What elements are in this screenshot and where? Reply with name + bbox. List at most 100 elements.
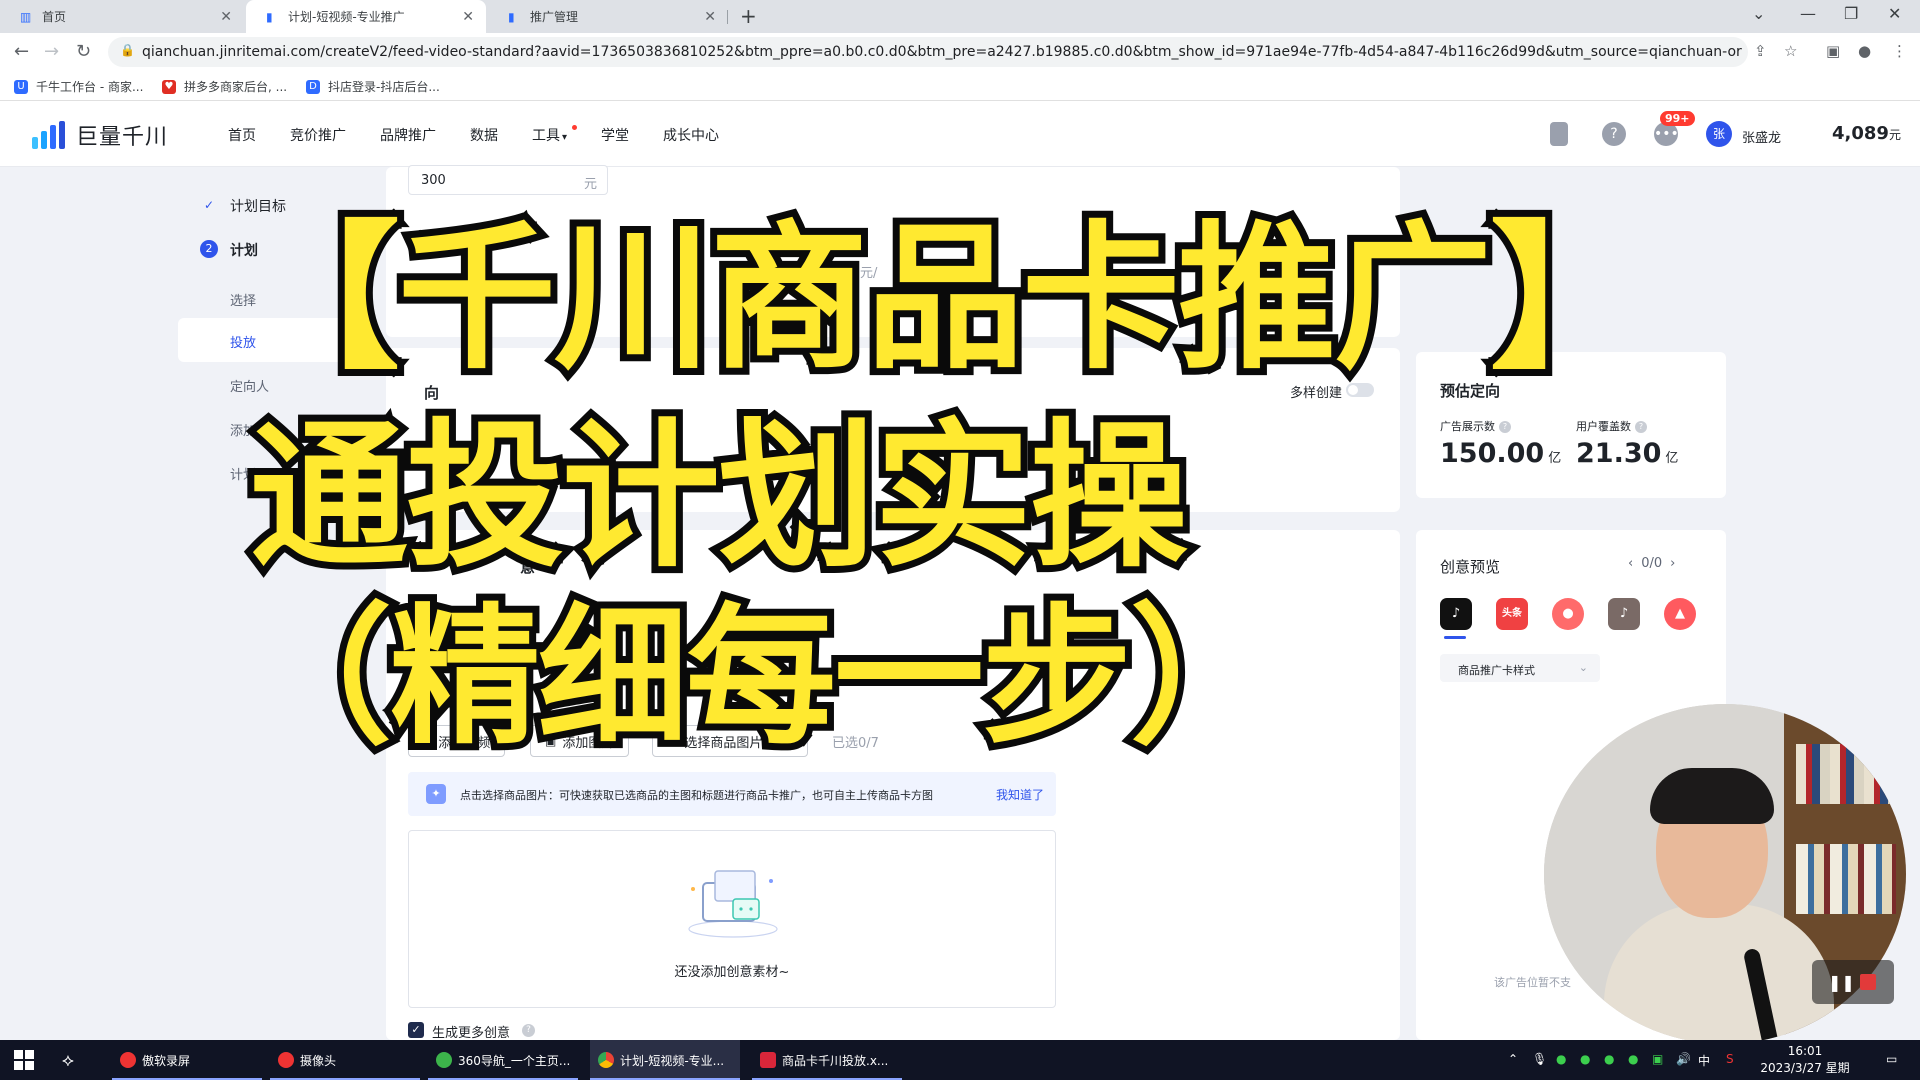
nav-growth[interactable]: 成长中心 bbox=[663, 125, 719, 145]
ime-indicator[interactable]: 中 bbox=[1698, 1052, 1710, 1069]
stop-icon[interactable] bbox=[1860, 974, 1876, 990]
taskbar-app-360[interactable]: 360导航_一个主页... bbox=[428, 1040, 578, 1080]
help-icon[interactable]: ? bbox=[522, 1024, 535, 1037]
substep-add[interactable]: 添加 bbox=[230, 420, 256, 439]
bookmark-pinduoduo[interactable]: ♥ 拼多多商家后台, ... bbox=[162, 78, 287, 95]
wechat-icon[interactable]: ● bbox=[1556, 1052, 1566, 1066]
douyin-lite-icon[interactable]: ♪ bbox=[1608, 598, 1640, 630]
avatar[interactable]: 张 bbox=[1706, 121, 1732, 147]
impressions-label: 广告展示数? bbox=[1440, 418, 1511, 434]
new-tab-button[interactable]: + bbox=[740, 4, 757, 28]
bookmark-doudian[interactable]: D 抖店登录-抖店后台... bbox=[306, 78, 440, 95]
add-image-button[interactable]: ▣ 添加图片 bbox=[530, 725, 630, 757]
nav-tools[interactable]: 工具 ▾ bbox=[532, 125, 578, 145]
bookmark-star-icon[interactable]: ☆ bbox=[1784, 42, 1797, 60]
close-icon[interactable]: ✕ bbox=[220, 9, 232, 25]
browser-tab-strip: ▥ 首页 ✕ ▮ 计划-短视频-专业推广 ✕ ▮ 推广管理 ✕ + ⌄ — ❐ … bbox=[0, 0, 1920, 33]
more-creative-checkbox[interactable]: ✓ bbox=[408, 1022, 424, 1038]
xigua-icon[interactable]: ● bbox=[1552, 598, 1584, 630]
step-plan-goal[interactable]: 计划目标 bbox=[230, 196, 286, 216]
bookmark-label: 拼多多商家后台, ... bbox=[184, 80, 288, 94]
windows-start-icon[interactable] bbox=[14, 1050, 34, 1070]
qianniu-icon: U bbox=[14, 79, 28, 94]
balance-unit: 元 bbox=[1888, 128, 1901, 142]
share-icon[interactable]: ⇪ bbox=[1754, 42, 1767, 60]
nav-home[interactable]: 首页 bbox=[228, 125, 256, 145]
restore-icon[interactable]: ❐ bbox=[1844, 4, 1858, 23]
substep-plan[interactable]: 计划 bbox=[230, 464, 256, 483]
url-field[interactable]: 🔒 qianchuan.jinritemai.com/createV2/feed… bbox=[108, 37, 1748, 67]
profile-icon[interactable]: ● bbox=[1858, 42, 1871, 60]
coverage-number: 21.30 bbox=[1576, 438, 1662, 469]
phone-icon[interactable] bbox=[1550, 122, 1568, 146]
chevron-left-icon[interactable]: ‹ bbox=[1628, 556, 1633, 571]
network-icon[interactable]: ▣ bbox=[1652, 1052, 1663, 1066]
chevron-down-icon: ▾ bbox=[562, 132, 568, 143]
add-video-button[interactable]: ▶ 添加视频 bbox=[408, 725, 506, 757]
pause-icon[interactable]: ❚❚ bbox=[1828, 973, 1855, 992]
chevron-down-icon: ⌄ bbox=[1578, 661, 1588, 674]
username[interactable]: 张盛龙 bbox=[1742, 127, 1781, 146]
wechat-icon[interactable]: ● bbox=[1604, 1052, 1614, 1066]
nav-bidding[interactable]: 竞价推广 bbox=[290, 125, 346, 145]
help-icon[interactable]: ? bbox=[1499, 421, 1511, 433]
card-style-value: 商品推广卡样式 bbox=[1458, 664, 1535, 677]
tab-home[interactable]: ▥ 首页 ✕ bbox=[0, 0, 244, 33]
clock[interactable]: 16:01 2023/3/27 星期一 bbox=[1760, 1043, 1850, 1080]
minimize-icon[interactable]: — bbox=[1800, 4, 1816, 23]
tray-chevron-icon[interactable]: ⌃ bbox=[1508, 1052, 1518, 1066]
chevron-right-icon[interactable]: › bbox=[1670, 556, 1675, 571]
douyin-icon[interactable]: ♪ bbox=[1440, 598, 1472, 630]
taskbar-app-wps[interactable]: 商品卡千川投放.x... bbox=[752, 1040, 902, 1080]
more-creative-label: 生成更多创意 bbox=[432, 1026, 511, 1041]
substep-delivery[interactable]: 投放 bbox=[230, 332, 256, 351]
close-icon[interactable]: ✕ bbox=[704, 9, 716, 25]
wechat-icon[interactable]: ● bbox=[1628, 1052, 1638, 1066]
card-style-select[interactable]: 商品推广卡样式 ⌄ bbox=[1440, 654, 1600, 682]
bookmark-qianniu[interactable]: U 千牛工作台 - 商家... bbox=[14, 78, 143, 95]
taskbar-app-camera[interactable]: 摄像头 bbox=[270, 1040, 420, 1080]
menu-icon[interactable]: ⋮ bbox=[1892, 42, 1907, 60]
side-panel-icon[interactable]: ▣ bbox=[1826, 42, 1840, 60]
notification-icon[interactable]: ▭ bbox=[1886, 1052, 1897, 1066]
select-product-image-button[interactable]: ▤ 选择商品图片 NEW bbox=[652, 725, 809, 757]
budget-input[interactable]: 300 元 bbox=[408, 165, 608, 195]
task-view-icon[interactable]: ⟡ bbox=[62, 1040, 74, 1080]
step-plan[interactable]: 计划 bbox=[230, 240, 258, 260]
camera-icon bbox=[278, 1052, 294, 1068]
notification-dot bbox=[572, 125, 578, 130]
nav-brand[interactable]: 品牌推广 bbox=[380, 125, 436, 145]
substep-targeting[interactable]: 定向人 bbox=[230, 376, 269, 395]
account-balance[interactable]: 4,089元 bbox=[1832, 123, 1901, 144]
browser-360-icon bbox=[436, 1052, 452, 1068]
nav-data[interactable]: 数据 bbox=[470, 125, 498, 145]
sogou-icon[interactable]: S bbox=[1726, 1052, 1734, 1066]
tab-plan-video[interactable]: ▮ 计划-短视频-专业推广 ✕ bbox=[246, 0, 486, 33]
logo[interactable]: 巨量千川 bbox=[32, 119, 168, 151]
close-icon[interactable]: ✕ bbox=[462, 9, 474, 25]
tab-search-icon[interactable]: ⌄ bbox=[1752, 4, 1765, 23]
nav-academy[interactable]: 学堂 bbox=[601, 125, 629, 145]
substep-select[interactable]: 选择 bbox=[230, 290, 256, 309]
tip-text: 点击选择商品图片：可快速获取已选商品的主图和标题进行商品卡推广，也可自主上传商品… bbox=[460, 789, 933, 802]
forward-icon[interactable]: → bbox=[44, 41, 59, 62]
help-icon[interactable]: ? bbox=[1602, 122, 1626, 146]
multi-create-toggle[interactable] bbox=[1346, 383, 1374, 397]
back-icon[interactable]: ← bbox=[14, 41, 29, 62]
lock-icon: 🔒 bbox=[120, 43, 135, 57]
coverage-label-text: 用户覆盖数 bbox=[1576, 420, 1631, 433]
taskbar-app-chrome[interactable]: 计划-短视频-专业... bbox=[590, 1040, 740, 1080]
pinduoduo-icon: ♥ bbox=[162, 79, 176, 94]
close-window-icon[interactable]: ✕ bbox=[1888, 4, 1901, 23]
tab-promotion-management[interactable]: ▮ 推广管理 ✕ bbox=[488, 0, 728, 33]
volume-icon[interactable]: 🔊 bbox=[1676, 1052, 1691, 1066]
mic-icon[interactable]: 🎙 bbox=[1532, 1052, 1547, 1066]
clock-time: 16:01 bbox=[1787, 1044, 1823, 1058]
huoshan-icon[interactable]: ▲ bbox=[1664, 598, 1696, 630]
help-icon[interactable]: ? bbox=[1635, 421, 1647, 433]
taskbar-app-recorder[interactable]: 傲软录屏 bbox=[112, 1040, 262, 1080]
tip-dismiss-link[interactable]: 我知道了 bbox=[996, 786, 1044, 803]
toutiao-icon[interactable]: 头条 bbox=[1496, 598, 1528, 630]
reload-icon[interactable]: ↻ bbox=[76, 41, 91, 62]
wechat-icon[interactable]: ● bbox=[1580, 1052, 1590, 1066]
